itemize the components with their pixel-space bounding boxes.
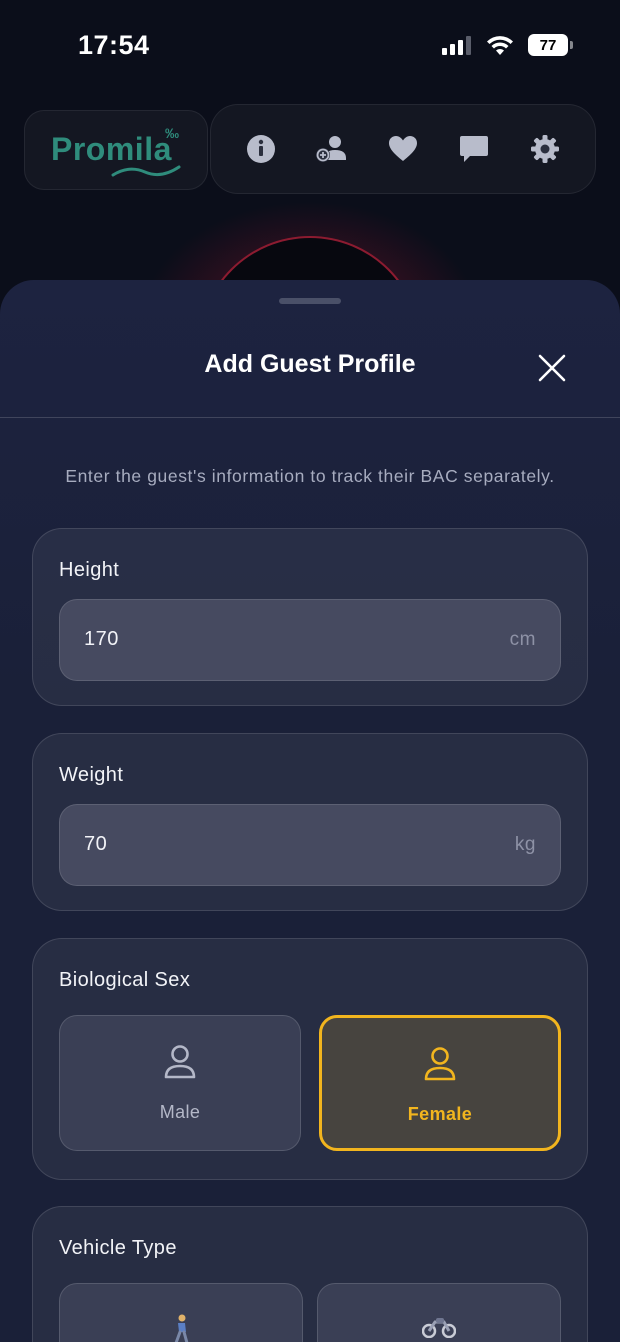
weight-input[interactable]: 70 kg <box>59 804 561 886</box>
height-input[interactable]: 170 cm <box>59 599 561 681</box>
heart-icon <box>388 136 417 161</box>
add-person-icon <box>315 136 346 162</box>
logo: Promila ‰ <box>24 110 208 190</box>
height-label: Height <box>59 559 120 581</box>
walking-person-icon <box>174 1314 189 1342</box>
weight-unit: kg <box>514 834 536 855</box>
battery-icon: 77 <box>528 34 573 56</box>
top-bar: Promila ‰ <box>24 104 596 194</box>
sex-label: Biological Sex <box>59 969 191 991</box>
vehicle-card: Vehicle Type <box>32 1206 588 1342</box>
person-icon <box>164 1045 196 1079</box>
clock: 17:54 <box>78 30 150 60</box>
sheet-title: Add Guest Profile <box>204 350 416 378</box>
favorites-button[interactable] <box>378 124 428 174</box>
info-icon <box>246 135 275 163</box>
height-card: Height 170 cm <box>32 528 588 706</box>
status-icons: 77 <box>442 34 573 56</box>
person-icon <box>424 1047 456 1081</box>
sex-option-female[interactable]: Female <box>319 1015 561 1151</box>
sex-option-male[interactable]: Male <box>59 1015 301 1151</box>
cellular-signal-icon <box>442 36 471 55</box>
chat-button[interactable] <box>449 124 499 174</box>
close-button[interactable] <box>536 352 568 384</box>
vehicle-option-motorcycle[interactable] <box>317 1283 561 1342</box>
logo-wave-icon <box>111 165 181 177</box>
weight-card: Weight 70 kg <box>32 733 588 911</box>
sheet-intro-text: Enter the guest's information to track t… <box>65 466 555 486</box>
nav-bar <box>210 104 596 194</box>
sex-option-label: Female <box>407 1104 473 1124</box>
info-button[interactable] <box>236 124 286 174</box>
sheet-divider <box>0 417 620 418</box>
height-unit: cm <box>509 629 536 650</box>
weight-value: 70 <box>84 833 108 855</box>
logo-permille: ‰ <box>165 125 179 141</box>
settings-button[interactable] <box>520 124 570 174</box>
vehicle-option-walking[interactable] <box>59 1283 303 1342</box>
weight-label: Weight <box>59 764 124 786</box>
vehicle-label: Vehicle Type <box>59 1237 177 1259</box>
wifi-icon <box>487 35 513 55</box>
chat-icon <box>460 136 489 162</box>
close-icon <box>538 354 566 382</box>
add-guest-button[interactable] <box>307 124 357 174</box>
motorcycle-icon <box>422 1318 456 1338</box>
sex-card: Biological Sex Male Female <box>32 938 588 1180</box>
height-value: 170 <box>84 628 119 650</box>
gear-icon <box>531 135 560 163</box>
status-bar: 17:54 77 <box>0 0 620 90</box>
sex-option-label: Male <box>159 1102 201 1122</box>
add-guest-sheet: Add Guest Profile Enter the guest's info… <box>0 280 620 1342</box>
sheet-grabber[interactable] <box>279 298 341 304</box>
